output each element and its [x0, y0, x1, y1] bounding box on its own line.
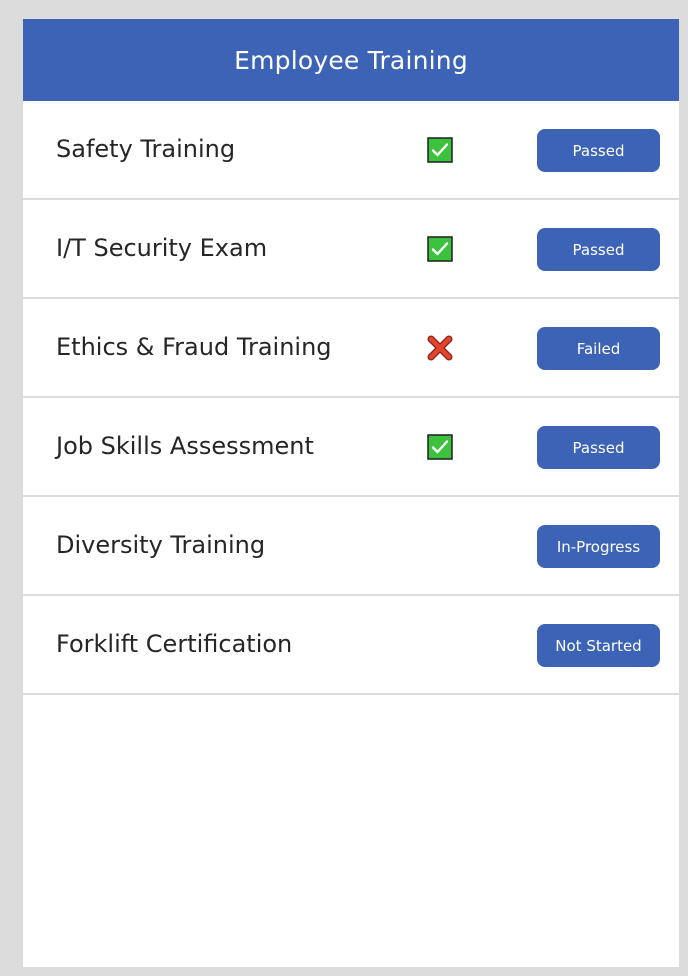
list-item[interactable]: Diversity Training In-Progress — [23, 497, 679, 596]
status-badge[interactable]: In-Progress — [537, 525, 660, 568]
check-icon — [427, 434, 453, 460]
check-icon — [427, 137, 453, 163]
status-badge[interactable]: Passed — [537, 426, 660, 469]
status-badge[interactable]: Failed — [537, 327, 660, 370]
training-name: Safety Training — [56, 135, 236, 163]
training-name: Diversity Training — [56, 531, 266, 559]
list-item[interactable]: Forklift Certification Not Started — [23, 596, 679, 695]
training-name: I/T Security Exam — [56, 234, 268, 262]
training-name: Ethics & Fraud Training — [56, 333, 332, 361]
list-item[interactable]: Job Skills Assessment Passed — [23, 398, 679, 497]
status-badge[interactable]: Not Started — [537, 624, 660, 667]
cross-icon — [427, 335, 453, 361]
list-item[interactable]: I/T Security Exam Passed — [23, 200, 679, 299]
check-icon — [427, 236, 453, 262]
status-badge[interactable]: Passed — [537, 129, 660, 172]
list-item[interactable]: Ethics & Fraud Training Failed — [23, 299, 679, 398]
app-header: Employee Training — [23, 19, 679, 101]
training-name: Job Skills Assessment — [56, 432, 314, 460]
training-panel: Employee Training Safety Training Passed… — [23, 19, 679, 967]
list-item[interactable]: Safety Training Passed — [23, 101, 679, 200]
status-badge[interactable]: Passed — [537, 228, 660, 271]
training-list: Safety Training Passed I/T Security Exam… — [23, 101, 679, 695]
training-name: Forklift Certification — [56, 630, 293, 658]
page-title: Employee Training — [234, 45, 468, 75]
